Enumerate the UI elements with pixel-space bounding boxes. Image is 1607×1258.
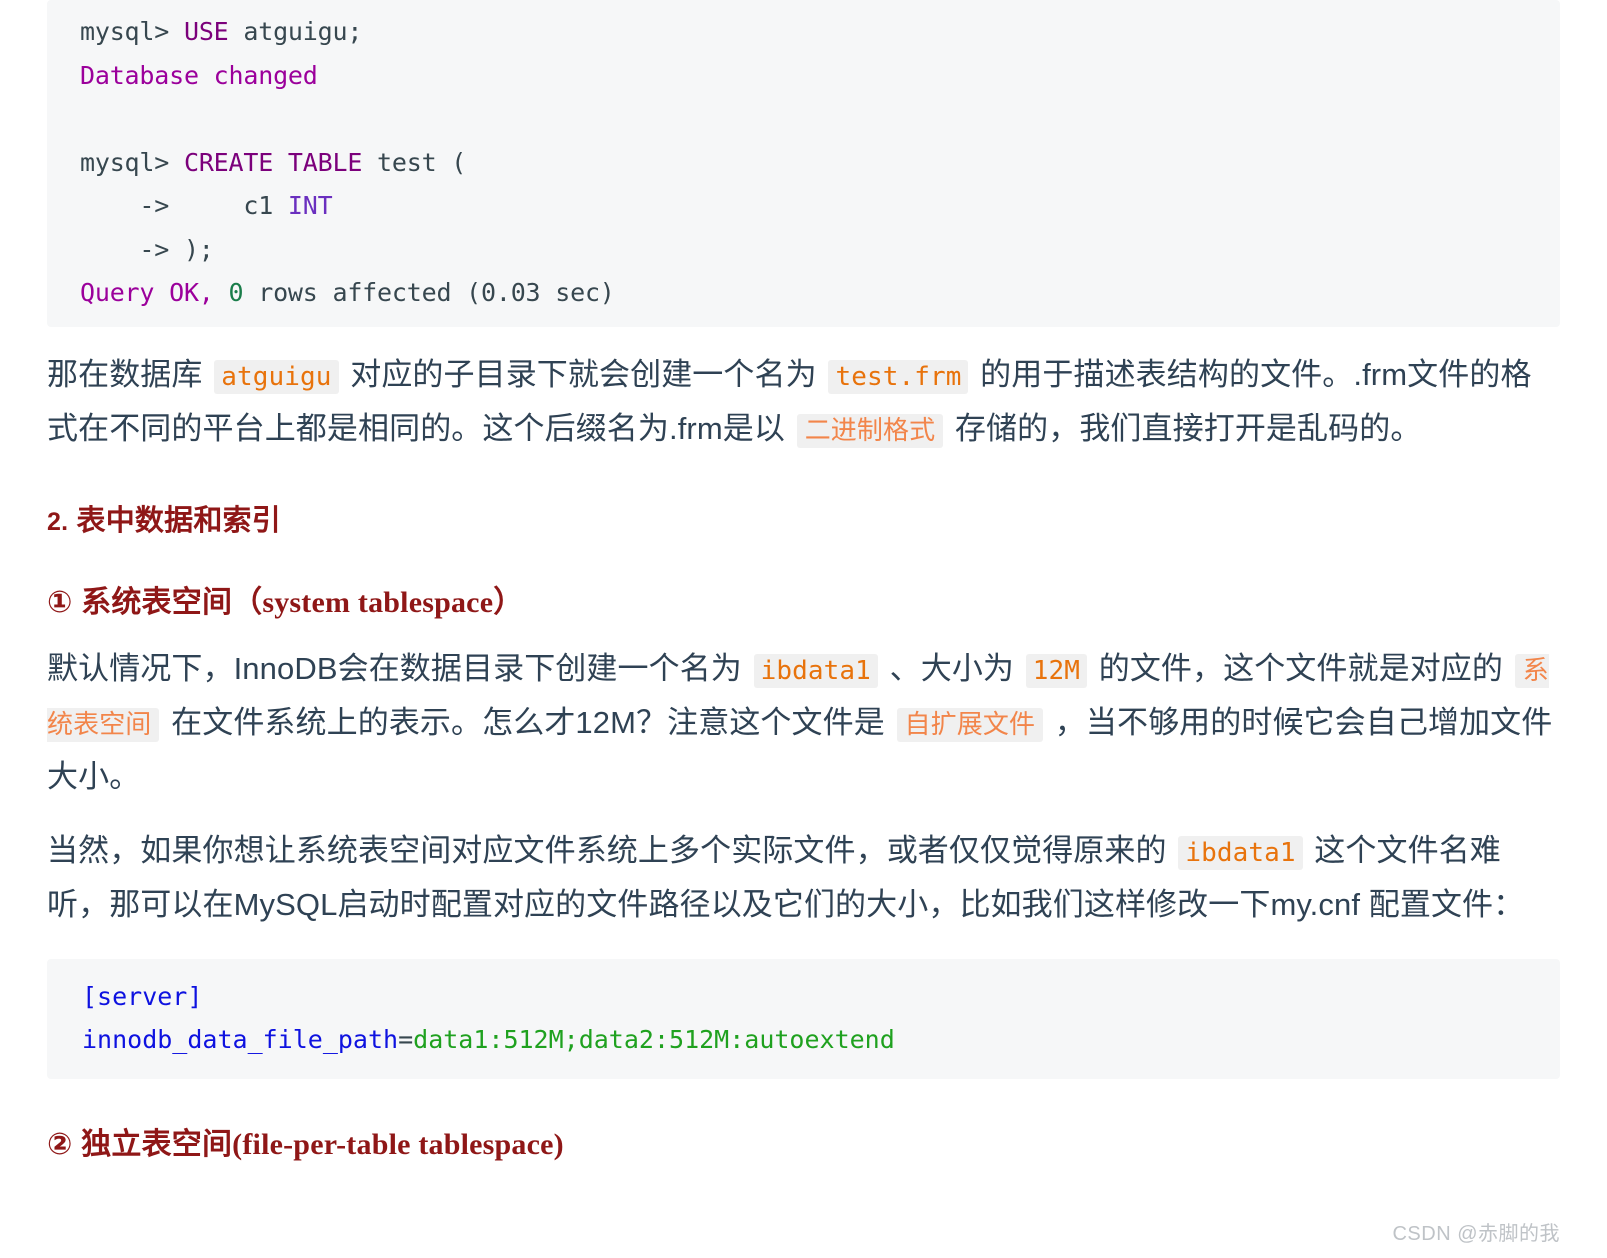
csdn-watermark: CSDN @赤脚的我 xyxy=(1392,1223,1560,1245)
code-token: USE xyxy=(183,17,229,46)
inline-code: test.frm xyxy=(828,359,969,394)
paragraph-text: 、大小为 xyxy=(880,650,1023,686)
paragraph-text: 存储的，我们直接打开是乱码的。 xyxy=(946,410,1422,446)
code-token: data1:512M;data2:512M:autoextend xyxy=(413,1024,895,1054)
heading-sub2-en: (file-per-table tablespace) xyxy=(232,1127,564,1161)
heading-system-tablespace: ① 系统表空间（system tablespace） xyxy=(47,577,1560,621)
code-token: CREATE TABLE xyxy=(183,147,363,177)
heading-sub2-cn: 独立表空间 xyxy=(81,1127,233,1161)
code-token: Database changed xyxy=(80,60,318,90)
heading-file-per-table-tablespace: ② 独立表空间(file-per-table tablespace) xyxy=(47,1119,1560,1163)
heading-sub1-cn: 系统表空间 xyxy=(81,585,233,619)
heading-marker-circled-two: ② xyxy=(47,1127,73,1161)
document-page: mysql> USE atguigu; Database changed mysq… xyxy=(0,0,1607,1258)
paragraph-text: 当然，如果你想让系统表空间对应文件系统上多个实际文件，或者仅仅觉得原来的 xyxy=(47,832,1176,868)
code-token: rows affected (0.03 sec) xyxy=(243,278,615,307)
code-token: atguigu; xyxy=(228,17,363,46)
code-token: INT xyxy=(287,191,333,220)
code-token: -> c1 xyxy=(80,191,288,220)
paragraph-text: 的文件，这个文件就是对应的 xyxy=(1090,650,1512,686)
inline-code: ibdata1 xyxy=(753,653,878,688)
heading-sub1-en: （system tablespace） xyxy=(232,585,524,619)
paragraph-system-tablespace: 默认情况下，InnoDB会在数据目录下创建一个名为 ibdata1 、大小为 1… xyxy=(47,643,1560,803)
code-line: [server] xyxy=(47,975,1560,1018)
heading-number: 2. xyxy=(47,507,69,536)
code-token: test ( xyxy=(362,147,467,177)
heading-marker-circled-one: ① xyxy=(47,585,73,619)
paragraph-text: 在文件系统上的表示。怎么才12M？注意这个文件是 xyxy=(162,704,894,740)
code-token: -> ); xyxy=(80,234,214,264)
code-line: innodb_data_file_path=data1:512M;data2:5… xyxy=(47,1018,1560,1061)
paragraph-frm: 那在数据库 atguigu 对应的子目录下就会创建一个名为 test.frm 的… xyxy=(47,349,1560,457)
code-block-sql: mysql> USE atguigu; Database changed mysq… xyxy=(47,0,1560,327)
code-line: mysql> USE atguigu; xyxy=(47,10,1560,54)
code-line: mysql> CREATE TABLE test ( xyxy=(47,141,1560,185)
paragraph-mycnf: 当然，如果你想让系统表空间对应文件系统上多个实际文件，或者仅仅觉得原来的 ibd… xyxy=(47,825,1560,931)
code-line: -> ); xyxy=(47,228,1560,272)
inline-code: atguigu xyxy=(214,359,339,394)
code-token: 0 xyxy=(228,278,244,307)
code-token: Query OK, xyxy=(80,278,229,307)
code-token: mysql> xyxy=(80,147,184,177)
heading-text: 表中数据和索引 xyxy=(76,504,281,537)
inline-code: 二进制格式 xyxy=(796,413,944,448)
inline-code: 12M xyxy=(1025,653,1087,688)
code-token: mysql> xyxy=(80,17,184,46)
inline-code: ibdata1 xyxy=(1178,835,1303,870)
code-line: Database changed xyxy=(47,54,1560,98)
code-line: Query OK, 0 rows affected (0.03 sec) xyxy=(47,271,1560,315)
code-token: innodb_data_file_path xyxy=(82,1024,399,1054)
code-line: -> c1 INT xyxy=(47,184,1560,228)
paragraph-text: 对应的子目录下就会创建一个名为 xyxy=(341,356,826,392)
code-token: [server] xyxy=(82,981,203,1011)
heading-table-data-and-index: 2. 表中数据和索引 xyxy=(47,497,1560,539)
paragraph-text: 默认情况下，InnoDB会在数据目录下创建一个名为 xyxy=(47,650,751,686)
code-block-mycnf: [server] innodb_data_file_path=data1:512M… xyxy=(47,958,1560,1079)
code-token: = xyxy=(398,1024,414,1054)
inline-code: 自扩展文件 xyxy=(896,707,1044,742)
paragraph-text: 那在数据库 xyxy=(47,356,212,392)
